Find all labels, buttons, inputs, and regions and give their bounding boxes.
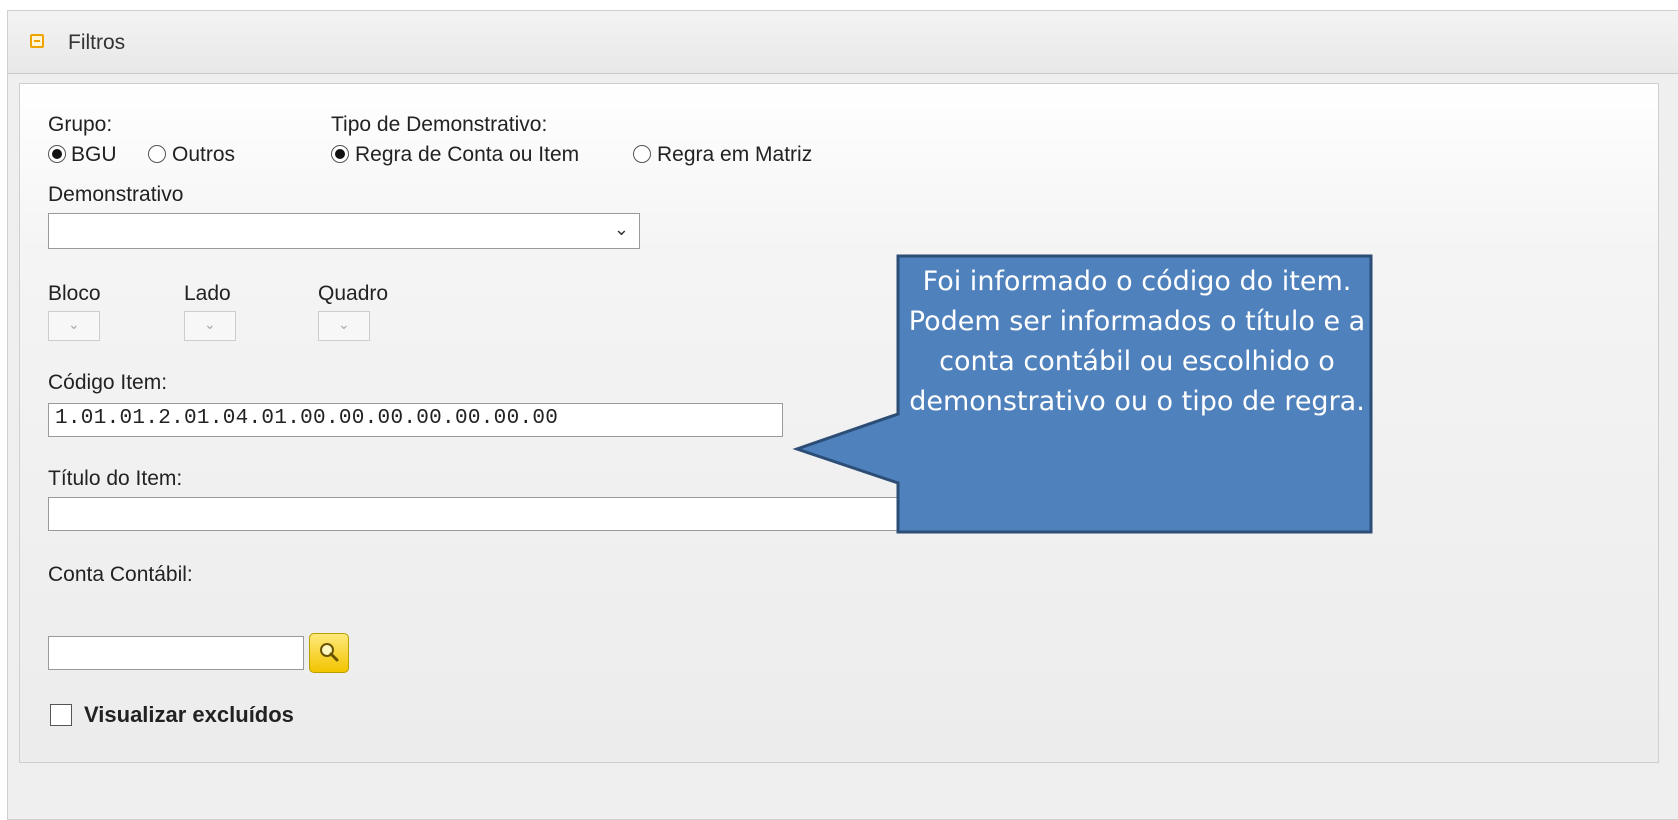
- callout-shape: [792, 254, 1373, 534]
- callout-text: Foi informado o código do item. Podem se…: [908, 266, 1366, 417]
